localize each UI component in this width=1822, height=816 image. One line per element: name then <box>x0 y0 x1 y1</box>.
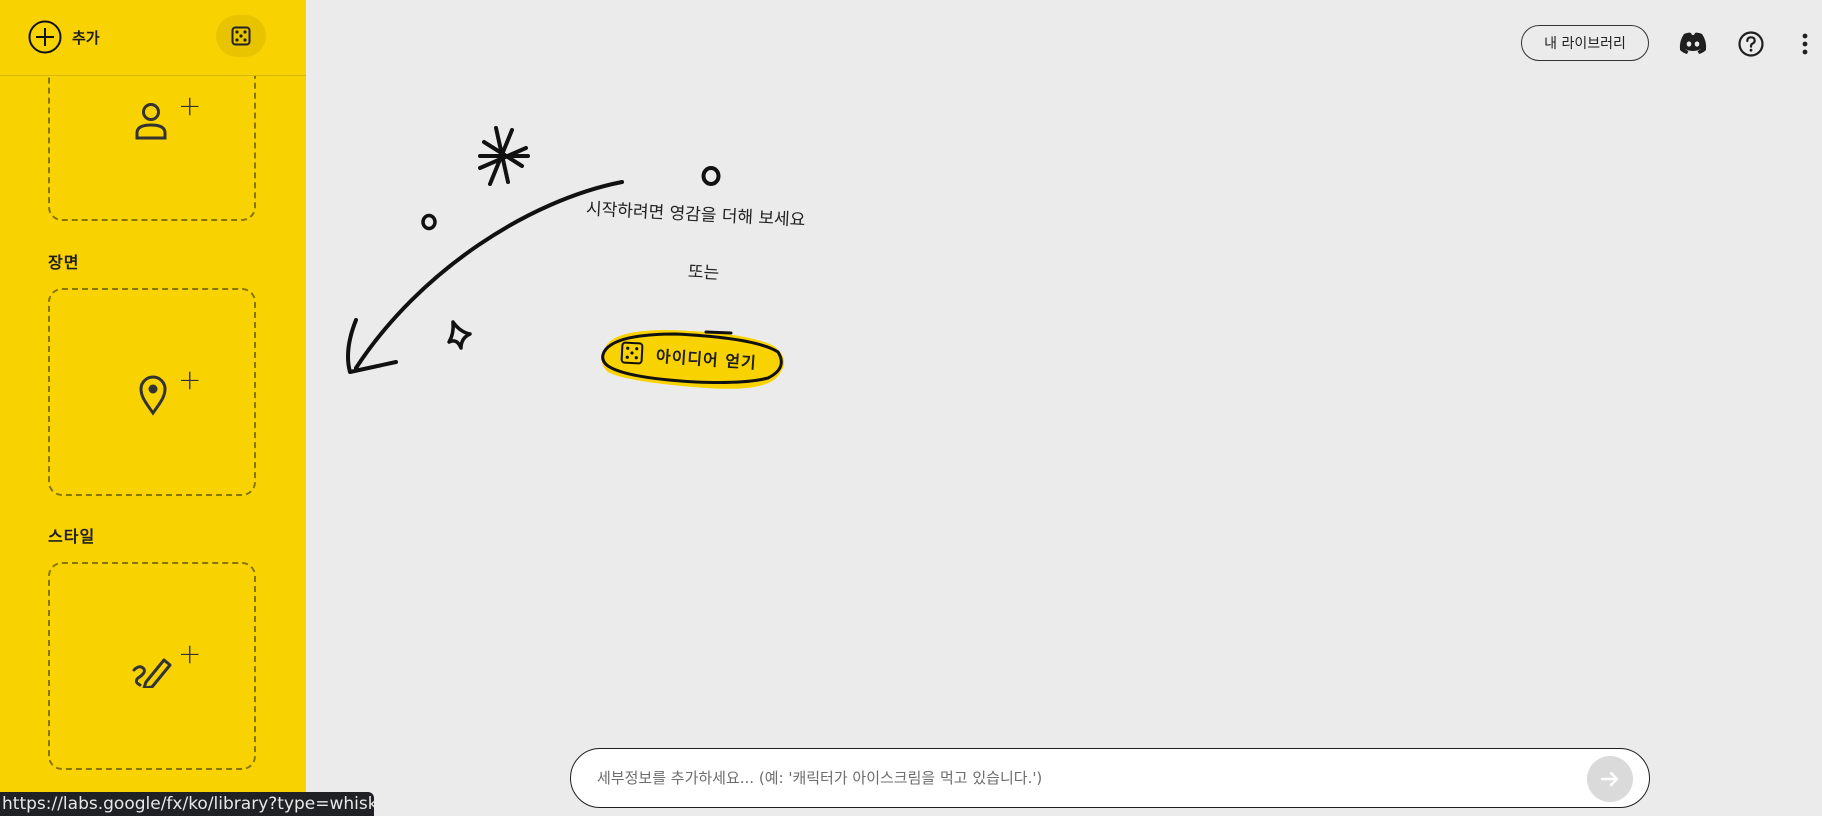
get-ideas-button[interactable]: 아이디어 얻기 <box>596 322 790 394</box>
more-vertical-icon <box>1802 33 1808 55</box>
plus-icon: + <box>178 363 202 396</box>
dice-icon <box>231 26 251 46</box>
status-bar-url: https://labs.google/fx/ko/library?type=w… <box>0 792 374 816</box>
dice-icon <box>620 341 644 365</box>
circle-doodle <box>701 166 721 186</box>
starburst-doodle <box>478 126 530 186</box>
person-icon <box>135 103 167 140</box>
plus-circle-icon <box>28 20 62 54</box>
plus-icon: + <box>178 637 202 670</box>
arrow-doodle <box>354 180 624 370</box>
help-circle-icon <box>1738 31 1764 57</box>
sidebar-header: 추가 <box>0 0 306 76</box>
my-library-button[interactable]: 내 라이브러리 <box>1521 25 1649 61</box>
discord-icon <box>1679 32 1707 54</box>
plus-icon: + <box>178 89 202 122</box>
help-button[interactable] <box>1737 30 1765 58</box>
discord-button[interactable] <box>1677 29 1709 57</box>
prompt-input[interactable] <box>597 749 1537 807</box>
or-text: 또는 <box>687 262 720 284</box>
arrow-right-icon <box>1600 771 1619 787</box>
sidebar: + 추가 장면 + 스타일 + <box>0 0 306 814</box>
circle-doodle <box>421 213 437 231</box>
more-menu-button[interactable] <box>1798 30 1812 58</box>
scene-section-title: 장면 <box>48 253 80 272</box>
sparkle-doodle <box>447 320 472 350</box>
scene-slot[interactable]: + <box>48 288 256 496</box>
send-button[interactable] <box>1587 756 1633 802</box>
random-dice-button[interactable] <box>216 15 266 57</box>
brush-icon <box>132 658 172 688</box>
add-button[interactable]: 추가 <box>28 20 100 54</box>
style-slot[interactable]: + <box>48 562 256 770</box>
prompt-bar <box>570 748 1650 808</box>
add-label: 추가 <box>72 28 100 47</box>
style-section-title: 스타일 <box>48 527 96 546</box>
location-pin-icon <box>139 375 167 416</box>
